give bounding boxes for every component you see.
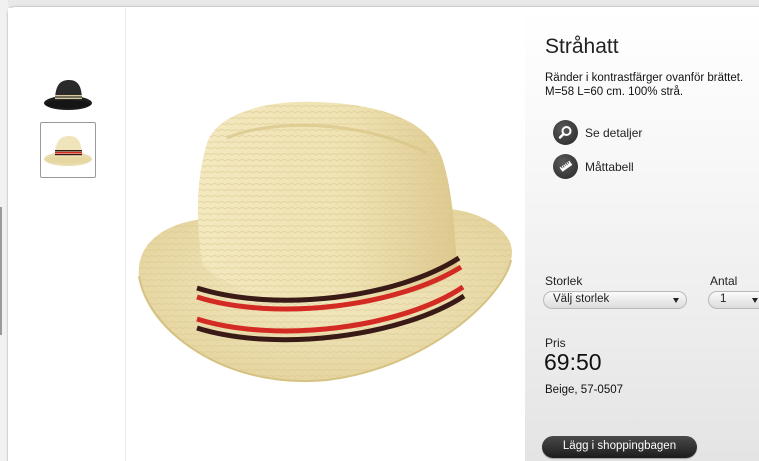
straw-fedora-hat-image <box>138 101 512 383</box>
add-to-bag-button[interactable]: Lägg i shoppingbagen <box>542 436 697 458</box>
size-label: Storlek <box>545 274 583 288</box>
magnifier-icon <box>553 120 578 145</box>
quantity-select[interactable]: 1 <box>708 291 759 309</box>
details-link[interactable]: Se detaljer <box>553 120 642 145</box>
product-description: Ränder i kontrastfärger ovanför brättet.… <box>545 71 759 99</box>
quantity-label: Antal <box>710 274 738 288</box>
product-info-panel: Stråhatt Ränder i kontrastfärger ovanför… <box>525 8 759 461</box>
left-edge-strip <box>0 0 8 461</box>
product-title: Stråhatt <box>545 35 619 58</box>
size-select-value: Välj storlek <box>553 293 610 305</box>
price: 69:50 <box>544 349 602 375</box>
size-select[interactable]: Välj storlek <box>543 291 687 309</box>
thumbnail-black-hat[interactable] <box>40 66 96 122</box>
size-chart-link[interactable]: Måttabell <box>553 154 634 179</box>
price-label: Pris <box>545 336 566 350</box>
scroll-marker <box>0 207 2 335</box>
ruler-icon <box>553 154 578 179</box>
variant-info: Beige, 57-0507 <box>545 384 624 396</box>
product-image[interactable] <box>127 8 525 461</box>
thumbnail-column <box>8 8 126 461</box>
black-hat-thumbnail-icon <box>44 80 92 110</box>
description-line: Ränder i kontrastfärger ovanför brättet. <box>545 72 744 84</box>
thumbnail-straw-hat[interactable] <box>40 122 96 178</box>
size-chart-link-label: Måttabell <box>585 159 634 174</box>
description-line: M=58 L=60 cm. 100% strå. <box>545 86 684 98</box>
chevron-down-icon <box>752 298 758 303</box>
straw-hat-thumbnail-icon <box>44 136 92 166</box>
quantity-select-value: 1 <box>720 293 727 305</box>
product-page: Stråhatt Ränder i kontrastfärger ovanför… <box>0 0 759 461</box>
chevron-down-icon <box>673 298 679 303</box>
details-link-label: Se detaljer <box>585 125 643 140</box>
